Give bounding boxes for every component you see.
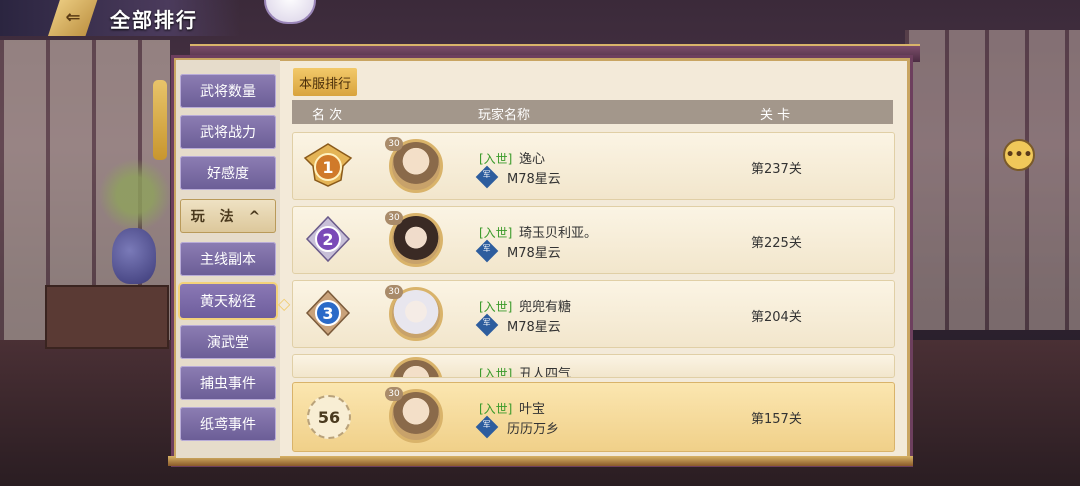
server-icon: 军: [475, 165, 499, 189]
server-name: M78星云: [507, 320, 561, 335]
background-plant: [95, 150, 175, 240]
server-icon: 军: [475, 313, 499, 337]
background-lantern: [153, 80, 167, 160]
background-cabinet: [45, 285, 169, 349]
status-badge: [入世]: [479, 402, 513, 416]
player-name: 叶宝: [519, 402, 546, 417]
my-rank-number: 56: [307, 395, 351, 439]
table-header: 名 次 玩家名称 关 卡: [292, 100, 893, 124]
stage-value: 第225关: [751, 236, 802, 251]
table-row[interactable]: 3 30 [入世] 兜兜有糖 军 M78星云 第204关: [292, 280, 895, 348]
server-icon: 军: [475, 239, 499, 263]
bronze-medal-icon: 3: [305, 289, 351, 337]
medal-rank-text: 1: [322, 158, 333, 177]
sidebar-item-hero-count[interactable]: 武将数量: [180, 74, 276, 108]
level-badge: 30: [385, 137, 403, 151]
avatar: [389, 357, 443, 377]
top-ornament: [264, 0, 316, 24]
server-icon: 军: [475, 415, 499, 439]
column-stage: 关 卡: [760, 108, 791, 123]
column-rank: 名 次: [312, 108, 343, 123]
level-badge: 30: [385, 211, 403, 225]
column-player: 玩家名称: [478, 108, 531, 123]
status-badge: [入世]: [479, 300, 513, 314]
status-badge: [入世]: [479, 226, 513, 240]
my-rank-row[interactable]: 56 30 [入世] 叶宝 军 历历万乡 第157关: [292, 382, 895, 452]
active-indicator-arrow: ◇: [278, 294, 291, 313]
sidebar-item-kite-event[interactable]: 纸鸢事件: [180, 407, 276, 441]
stage-value: 第204关: [751, 310, 802, 325]
sidebar-item-huangtian-path[interactable]: 黄天秘径: [180, 284, 276, 318]
sidebar-item-martial-hall[interactable]: 演武堂: [180, 325, 276, 359]
stage-value: 第157关: [751, 412, 802, 427]
background-window-right: [905, 30, 1080, 330]
sidebar-section-gameplay[interactable]: 玩 法 ^: [180, 199, 276, 233]
sidebar-item-main-dungeon[interactable]: 主线副本: [180, 242, 276, 276]
stage-value: 第237关: [751, 162, 802, 177]
gold-medal-icon: 1: [303, 143, 353, 187]
background-vase: [112, 228, 156, 284]
sidebar-item-hero-power[interactable]: 武将战力: [180, 115, 276, 149]
player-name: 兜兜有糖: [519, 300, 572, 315]
chat-button[interactable]: •••: [1003, 139, 1035, 171]
back-arrow-icon: ⇐: [65, 6, 81, 28]
silver-medal-icon: 2: [305, 215, 351, 263]
chat-icon: •••: [1005, 147, 1033, 163]
status-badge: [入世]: [479, 152, 513, 166]
player-name: 琦玉贝利亚。: [519, 226, 598, 241]
table-row[interactable]: 2 30 [入世] 琦玉贝利亚。 军 M78星云 第225关: [292, 206, 895, 274]
page-title: 全部排行: [110, 8, 198, 32]
sidebar: 武将数量 武将战力 好感度 玩 法 ^ 主线副本 黄天秘径 演武堂 捕虫事件 纸…: [176, 60, 280, 458]
server-name: 历历万乡: [507, 422, 560, 437]
tab-server-ranking[interactable]: 本服排行: [293, 68, 357, 96]
level-badge: 30: [385, 387, 403, 401]
table-row[interactable]: 1 30 [入世] 逸心 军 M78星云 第237关: [292, 132, 895, 200]
player-name: 逸心: [519, 152, 546, 167]
server-name: M78星云: [507, 246, 561, 261]
sidebar-item-affection[interactable]: 好感度: [180, 156, 276, 190]
medal-rank-text: 3: [322, 304, 333, 323]
server-name: M78星云: [507, 172, 561, 187]
table-row-partial[interactable]: [入世] 丑人四气: [292, 354, 895, 378]
player-name: 丑人四气: [519, 367, 572, 378]
medal-rank-text: 2: [322, 230, 333, 249]
sidebar-item-bug-event[interactable]: 捕虫事件: [180, 366, 276, 400]
status-badge: [入世]: [479, 367, 513, 378]
level-badge: 30: [385, 285, 403, 299]
